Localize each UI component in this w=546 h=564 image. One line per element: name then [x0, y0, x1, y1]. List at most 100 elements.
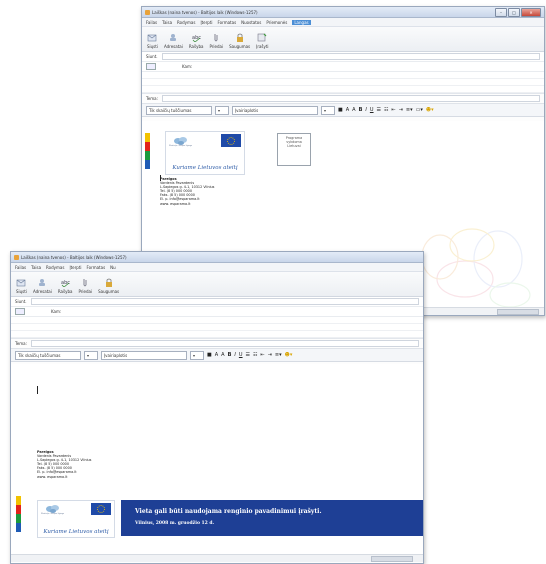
underline-button[interactable]: U	[370, 107, 374, 113]
recipient-row-empty[interactable]	[142, 86, 544, 93]
minimize-button[interactable]: –	[495, 7, 507, 17]
outdent-icon[interactable]: ⇤	[392, 107, 396, 113]
menu-edit[interactable]: Taisa	[31, 265, 41, 270]
paragraph-style-value: Tik skaičių tuščiumas	[149, 107, 192, 113]
menu-view[interactable]: Rodymas	[46, 265, 64, 270]
menu-edit[interactable]: Taisa	[162, 20, 172, 25]
close-button[interactable]: ✕	[521, 7, 541, 17]
numbered-list-icon[interactable]: ☷	[384, 107, 388, 113]
recipient-type-select[interactable]	[146, 63, 156, 70]
attach-button[interactable]: Priedai	[209, 32, 223, 49]
message-body[interactable]: Pareigos Vardenis Pavardenis L.Sapiegos …	[11, 364, 423, 554]
color-strip	[145, 133, 150, 169]
paragraph-style-value: Tik skaičių tuščiumas	[18, 352, 61, 358]
recipient-type-select[interactable]	[15, 308, 25, 315]
app-icon	[145, 9, 150, 15]
decrease-font-button[interactable]: A	[215, 352, 218, 358]
numbered-list-icon[interactable]: ☷	[253, 352, 257, 358]
save-button[interactable]: Įrašyti	[256, 32, 269, 49]
menu-bar: Failas Taisa Rodymas Įterpti Formatas Nu…	[142, 18, 544, 27]
contacts-button[interactable]: Adresatai	[33, 277, 52, 294]
align-icon[interactable]: ≡▾	[406, 107, 413, 113]
spelling-button[interactable]: abc Rašyba	[189, 32, 204, 49]
menu-file[interactable]: Failas	[15, 265, 26, 270]
font-select[interactable]: Įvairiaplotis	[101, 350, 187, 360]
security-button[interactable]: Saugumas	[229, 32, 250, 49]
bold-button[interactable]: B	[228, 352, 232, 358]
text-color-button[interactable]: ■	[207, 352, 212, 358]
sender-field[interactable]	[161, 53, 540, 60]
font-value: Įvairiaplotis	[104, 352, 128, 358]
horizontal-scrollbar[interactable]	[11, 554, 423, 562]
contacts-button[interactable]: Adresatai	[164, 32, 183, 49]
menu-file[interactable]: Failas	[146, 20, 157, 25]
send-button[interactable]: Siųsti	[147, 32, 158, 49]
recipient-row-empty[interactable]	[11, 324, 423, 331]
message-header: Siunt. Kam:	[142, 52, 544, 94]
menu-view[interactable]: Rodymas	[177, 20, 195, 25]
signature: Pareigos Vardenis Pavardenis L.Sapiegos …	[160, 177, 214, 206]
paragraph-style-select[interactable]: Tik skaičių tuščiumas	[15, 350, 81, 360]
attach-button[interactable]: Priedai	[78, 277, 92, 294]
recipient-row: Kam:	[142, 62, 544, 72]
italic-button[interactable]: I	[234, 352, 235, 358]
bullet-list-icon[interactable]: ☰	[246, 352, 250, 358]
bold-button[interactable]: B	[359, 107, 363, 113]
style-dropdown-button[interactable]: ▾	[84, 350, 98, 360]
send-button[interactable]: Siųsti	[16, 277, 27, 294]
scrollbar-thumb[interactable]	[497, 309, 539, 315]
outdent-icon[interactable]: ⇤	[261, 352, 265, 358]
style-dropdown-button[interactable]: ▾	[215, 105, 229, 115]
increase-font-button[interactable]: A	[352, 107, 355, 113]
subject-label: Tema:	[15, 341, 27, 346]
indent-icon[interactable]: ⇥	[399, 107, 403, 113]
increase-font-button[interactable]: A	[221, 352, 224, 358]
recipient-row-empty[interactable]	[11, 317, 423, 324]
menu-format[interactable]: Formatas	[87, 265, 106, 270]
insert-icon[interactable]: ▭▾	[416, 107, 423, 113]
sender-row: Siunt.	[142, 52, 544, 62]
underline-button[interactable]: U	[239, 352, 243, 358]
send-icon	[147, 32, 157, 43]
maximize-button[interactable]: □	[508, 7, 520, 17]
security-label: Saugumas	[98, 289, 120, 294]
menu-options[interactable]: Nuostatos	[241, 20, 261, 25]
smiley-icon[interactable]: ☻▾	[285, 352, 293, 358]
subject-input[interactable]	[30, 340, 419, 347]
italic-button[interactable]: I	[365, 107, 366, 113]
indent-icon[interactable]: ⇥	[268, 352, 272, 358]
font-dropdown-button[interactable]: ▾	[190, 350, 204, 360]
menu-window[interactable]: Langas	[292, 19, 311, 25]
subject-input[interactable]	[161, 95, 540, 102]
security-button[interactable]: Saugumas	[98, 277, 119, 294]
font-dropdown-button[interactable]: ▾	[321, 105, 335, 115]
recipient-row: Kam:	[11, 307, 423, 317]
smiley-icon[interactable]: ☻▾	[426, 107, 434, 113]
recipient-row-empty[interactable]	[142, 72, 544, 79]
paragraph-style-select[interactable]: Tik skaičių tuščiumas	[146, 105, 212, 115]
align-icon[interactable]: ≡▾	[275, 352, 282, 358]
contacts-label: Adresatai	[32, 289, 52, 294]
send-label: Siųsti	[16, 289, 27, 294]
to-field[interactable]	[65, 309, 419, 314]
to-field[interactable]	[196, 64, 540, 69]
menu-insert[interactable]: Įterpti	[69, 265, 81, 270]
spelling-label: Rašyba	[188, 44, 204, 49]
font-value: Įvairiaplotis	[235, 107, 259, 113]
spelling-button[interactable]: abc Rašyba	[58, 277, 73, 294]
scrollbar-thumb[interactable]	[371, 556, 413, 562]
menu-format[interactable]: Formatas	[218, 20, 237, 25]
font-select[interactable]: Įvairiaplotis	[232, 105, 318, 115]
sender-field[interactable]	[30, 298, 419, 305]
menu-tools[interactable]: Priemonės	[266, 20, 287, 25]
menu-options[interactable]: Nu	[110, 265, 116, 270]
text-color-button[interactable]: ■	[338, 107, 343, 113]
sender-row: Siunt.	[11, 297, 423, 307]
es-logo: Ministerija / Europos Sąjunga Kuriame Li…	[165, 131, 245, 175]
recipient-row-empty[interactable]	[142, 79, 544, 86]
menu-insert[interactable]: Įterpti	[200, 20, 212, 25]
bullet-list-icon[interactable]: ☰	[377, 107, 381, 113]
recipient-row-empty[interactable]	[11, 331, 423, 338]
signature-web: www. esparama.lt	[160, 201, 191, 206]
decrease-font-button[interactable]: A	[346, 107, 349, 113]
